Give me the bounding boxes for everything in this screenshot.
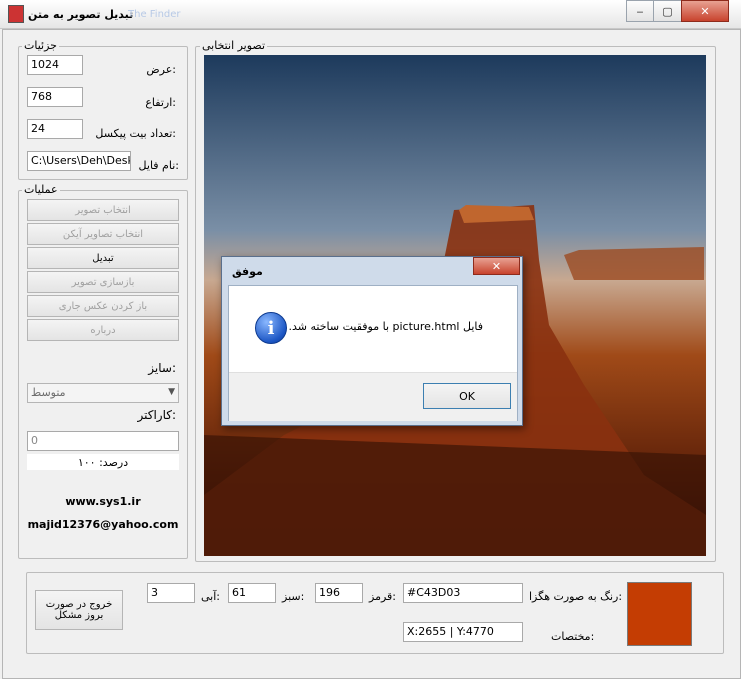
open-current-image-button[interactable]: باز کردن عکس جاری [27,295,179,317]
percent-label: درصد: ۱۰۰ [77,456,129,469]
filename-label: نام فایل: [138,159,179,172]
close-button[interactable]: ✕ [681,0,729,22]
chevron-down-icon: ▼ [168,387,175,397]
size-select[interactable]: متوسط ▼ [27,383,179,403]
ok-button[interactable]: OK [423,383,511,409]
bpp-field[interactable]: 24 [27,119,83,139]
select-icon-images-button[interactable]: انتخاب تصاویر آیکن [27,223,179,245]
exit-button[interactable]: خروج در صورت بروز مشکل [35,590,123,630]
info-icon: i [255,312,287,344]
details-group-label: جزئیات [22,39,59,52]
red-field[interactable]: 196 [315,583,363,603]
ghost-title-text: The Finder [128,9,181,20]
coords-label: مختصات: [551,630,595,643]
filename-field[interactable]: C:\Users\Deh\Deskto [27,151,131,171]
color-swatch [627,582,692,646]
height-label: ارتفاع: [145,96,176,109]
about-button[interactable]: درباره [27,319,179,341]
hex-label: رنگ به صورت هگزا: [529,590,623,603]
exit-button-line2: بروز مشکل [54,610,104,621]
site-link[interactable]: www.sys1.ir [27,495,179,508]
hex-field[interactable]: #C43D03 [403,583,523,603]
height-field[interactable]: 768 [27,87,83,107]
operations-group-label: عملیات [22,183,60,196]
bpp-label: تعداد بیت پیکسل: [95,127,176,140]
window-title: تبدیل تصویر به متن [28,8,134,21]
dialog-body: i فایل picture.html با موفقیت ساخته شد. … [228,285,518,421]
dialog-close-button[interactable]: ✕ [473,257,520,275]
image-group-label: تصویر انتخابی [200,39,268,52]
maximize-button[interactable]: ▢ [653,0,682,22]
char-label: کاراکتر: [137,408,177,422]
red-label: قرمز: [369,590,397,603]
dialog-message: فایل picture.html با موفقیت ساخته شد. [288,320,483,333]
dialog-footer: OK [229,372,517,421]
blue-label: آبی: [201,590,221,603]
green-field[interactable]: 61 [228,583,276,603]
success-dialog: موفق ✕ i فایل picture.html با موفقیت ساخ… [221,256,523,426]
email-link[interactable]: majid12376@yahoo.com [27,518,179,531]
exit-button-line1: خروج در صورت [45,599,113,610]
width-field[interactable]: 1024 [27,55,83,75]
dialog-title: موفق [232,265,263,278]
blue-field[interactable]: 3 [147,583,195,603]
select-image-button[interactable]: انتخاب تصویر [27,199,179,221]
coords-field[interactable]: X:2655 | Y:4770 [403,622,523,642]
size-select-value: متوسط [31,386,66,399]
char-field[interactable]: 0 [27,431,179,451]
green-label: سبز: [282,590,305,603]
minimize-button[interactable]: ‒ [626,0,654,22]
bottom-group [26,572,724,654]
convert-button[interactable]: تبدیل [27,247,179,269]
app-icon [8,5,24,23]
rebuild-image-button[interactable]: بازسازی تصویر [27,271,179,293]
size-label: سایز: [148,361,176,375]
width-label: عرض: [146,63,176,76]
